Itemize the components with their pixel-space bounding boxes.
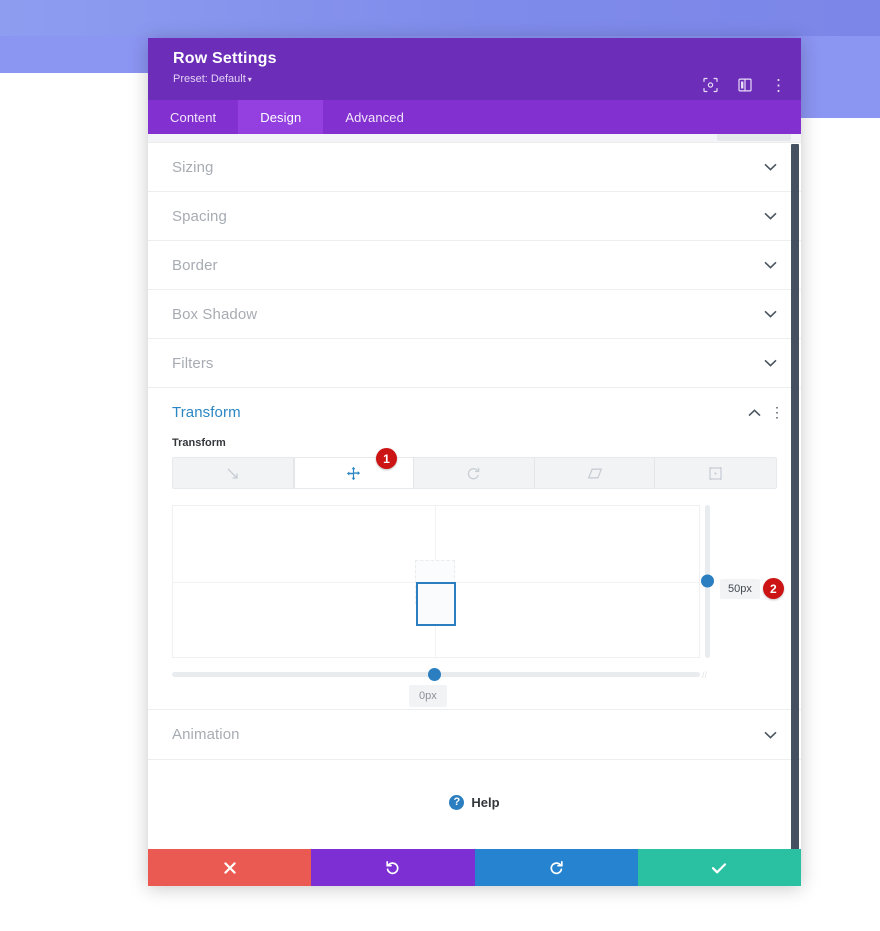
transform-preview-area: 50px 2 0px //: [172, 505, 784, 707]
page-title: Row Settings: [173, 50, 277, 67]
layout-panel-icon[interactable]: [736, 77, 753, 94]
tab-content[interactable]: Content: [148, 100, 238, 134]
accordion-label-border: Border: [172, 256, 218, 274]
save-button[interactable]: [637, 849, 801, 886]
accordion-label-sizing: Sizing: [172, 158, 214, 176]
translate-y-slider-handle[interactable]: [701, 574, 714, 588]
undo-button[interactable]: [311, 849, 475, 886]
transform-mode-toolbar: 1: [172, 448, 777, 489]
tab-design[interactable]: Design: [238, 100, 324, 134]
help-link[interactable]: ? Help: [148, 760, 801, 844]
transform-preview-canvas[interactable]: [172, 505, 701, 659]
chevron-down-icon: [763, 160, 777, 174]
row-settings-modal: Row Settings Preset: Default ▾ ⋮ Content…: [148, 38, 801, 886]
sidebar-item-box-shadow[interactable]: Box Shadow: [148, 290, 801, 339]
accordion-label-filters: Filters: [172, 354, 214, 372]
accordion-label-box-shadow: Box Shadow: [172, 305, 258, 323]
preview-element-box[interactable]: [416, 582, 456, 626]
sidebar-item-spacing[interactable]: Spacing: [148, 192, 801, 241]
preset-label: Preset: Default: [173, 73, 246, 85]
sidebar-item-animation[interactable]: Animation: [148, 710, 801, 760]
clipped-section-above: [148, 134, 801, 143]
backdrop-right-band: [801, 36, 880, 118]
step-badge-1: 1: [376, 448, 397, 469]
transform-rotate-mode-button[interactable]: [414, 458, 535, 488]
translate-y-value-group: 50px 2: [720, 578, 784, 599]
redo-button[interactable]: [474, 849, 638, 886]
help-icon: ?: [449, 794, 465, 810]
help-label: Help: [471, 794, 500, 810]
header-icon-group: ⋮: [702, 77, 787, 94]
transform-skew-mode-button[interactable]: [535, 458, 656, 488]
chevron-down-icon: [763, 209, 777, 223]
backdrop-left-band: [0, 36, 148, 73]
transform-section-header[interactable]: Transform ⋮: [148, 388, 801, 437]
chevron-up-icon[interactable]: [747, 406, 761, 420]
chevron-down-icon: ▾: [247, 75, 252, 84]
translate-x-value: 0px: [409, 685, 447, 707]
backdrop-right-lower: [801, 118, 880, 140]
modal-footer: [148, 849, 801, 886]
chevron-down-icon: [763, 307, 777, 321]
chevron-down-icon: [763, 258, 777, 272]
transform-field-label: Transform: [172, 437, 226, 449]
settings-scrollbar[interactable]: [791, 144, 799, 849]
backdrop-top-strip: [0, 0, 880, 36]
transform-section: Transform ⋮ Transform 1 50px 2 0px //: [148, 388, 801, 710]
transform-section-title: Transform: [172, 404, 241, 421]
transform-origin-mode-button[interactable]: [655, 458, 776, 488]
slider-corner-marker: //: [702, 670, 708, 680]
accordion-label-spacing: Spacing: [172, 207, 227, 225]
transform-translate-mode-button[interactable]: 1: [293, 448, 415, 488]
transform-scale-mode-button[interactable]: [173, 458, 294, 488]
chevron-down-icon: [763, 356, 777, 370]
cancel-button[interactable]: [148, 849, 312, 886]
settings-scroll-area: Sizing Spacing Border Box Shadow Filters: [148, 134, 801, 849]
tab-bar: Content Design Advanced: [148, 100, 801, 134]
chevron-down-icon: [763, 728, 777, 742]
sidebar-item-border[interactable]: Border: [148, 241, 801, 290]
sidebar-item-filters[interactable]: Filters: [148, 339, 801, 388]
accordion-label-animation: Animation: [172, 726, 240, 743]
translate-x-slider-handle[interactable]: [428, 668, 441, 681]
step-badge-2: 2: [762, 578, 784, 599]
modal-header: Row Settings Preset: Default ▾ ⋮: [148, 38, 801, 100]
translate-y-value: 50px: [720, 578, 760, 599]
focus-target-icon[interactable]: [702, 77, 719, 94]
more-options-icon[interactable]: ⋮: [770, 77, 787, 94]
clipped-toggle-remnant: [717, 134, 791, 141]
sidebar-item-sizing[interactable]: Sizing: [148, 143, 801, 192]
transform-options-icon[interactable]: ⋮: [770, 404, 784, 421]
tab-advanced[interactable]: Advanced: [323, 100, 426, 134]
